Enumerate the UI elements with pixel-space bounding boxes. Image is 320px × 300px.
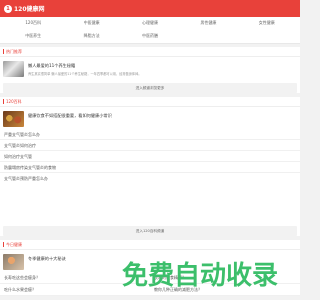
nav-item-men-health[interactable]: 男性健康 — [179, 19, 237, 27]
article-thumbnail[interactable] — [3, 111, 24, 127]
list-item[interactable]: 如何治疗支气管 — [0, 151, 300, 162]
nav-item-women-health[interactable]: 女性健康 — [238, 19, 296, 27]
list-item[interactable]: 严重支气管炎怎么办 — [0, 129, 300, 140]
article-body: 健康饮食不如搭配很重要，看如何健康小常识 — [28, 111, 297, 127]
logo-icon: 1 — [4, 4, 12, 13]
watermark-text: 免费自动收录 — [122, 261, 279, 291]
nav-item-lipid-methods[interactable]: 降脂方法 — [62, 32, 120, 40]
category-nav: 120百科 中医健康 心理健康 男性健康 女性健康 中医养生 降脂方法 中医药膳 — [0, 17, 300, 44]
article-title[interactable]: 健康饮食不如搭配很重要，看如何健康小常识 — [28, 113, 297, 119]
featured-article[interactable]: 懒人最爱的11个养生秘籍 养生其实很简单 懒人最爱的11个养生秘籍，一年四季都可… — [0, 57, 300, 79]
watermark-overlay: 免费自动收录 — [122, 262, 278, 290]
section-title: 热门推荐 — [3, 49, 22, 54]
section-title: 今日健康 — [3, 242, 22, 247]
nav-item-baike[interactable]: 120百科 — [4, 19, 62, 27]
featured-article[interactable]: 健康饮食不如搭配很重要，看如何健康小常识 — [0, 107, 300, 129]
nav-item-tcm-health[interactable]: 中医健康 — [62, 19, 120, 27]
article-body: 懒人最爱的11个养生秘籍 养生其实很简单 懒人最爱的11个养生秘籍，一年四季都可… — [28, 61, 297, 77]
list-item[interactable]: 支气管炎预防严重怎么办 — [0, 173, 300, 184]
baike-section: 120百科 健康饮食不如搭配很重要，看如何健康小常识 严重支气管炎怎么办 支气管… — [0, 97, 300, 236]
nav-item-tcm-diet[interactable]: 中医药膳 — [121, 32, 179, 40]
section-header: 热门推荐 — [0, 47, 300, 57]
list-item[interactable]: 防震塌房传染支气管炎的食物 — [0, 162, 300, 173]
more-button[interactable]: 进入120百科频道 — [3, 226, 297, 236]
hot-section: 热门推荐 懒人最爱的11个养生秘籍 养生其实很简单 懒人最爱的11个养生秘籍，一… — [0, 47, 300, 93]
list-item[interactable]: 支气管炎如何治疗 — [0, 140, 300, 151]
site-logo[interactable]: 1 120健康网 — [4, 4, 45, 13]
article-title[interactable]: 懒人最爱的11个养生秘籍 — [28, 63, 297, 69]
section-header: 今日健康 — [0, 240, 300, 250]
section-title: 120百科 — [3, 99, 22, 104]
top-bar: 1 120健康网 — [0, 0, 300, 17]
site-title: 120健康网 — [14, 6, 45, 13]
nav-item-tcm-wellness[interactable]: 中医养生 — [4, 32, 62, 40]
article-summary: 养生其实很简单 懒人最爱的11个养生秘籍，一年四季都可以用，经常做身体棒。 — [28, 72, 142, 76]
section-header: 120百科 — [0, 97, 300, 107]
article-thumbnail[interactable] — [3, 254, 24, 270]
more-button[interactable]: 进入频道浏览更多 — [3, 83, 297, 93]
nav-item-mental-health[interactable]: 心理健康 — [121, 19, 179, 27]
article-thumbnail[interactable] — [3, 61, 24, 77]
